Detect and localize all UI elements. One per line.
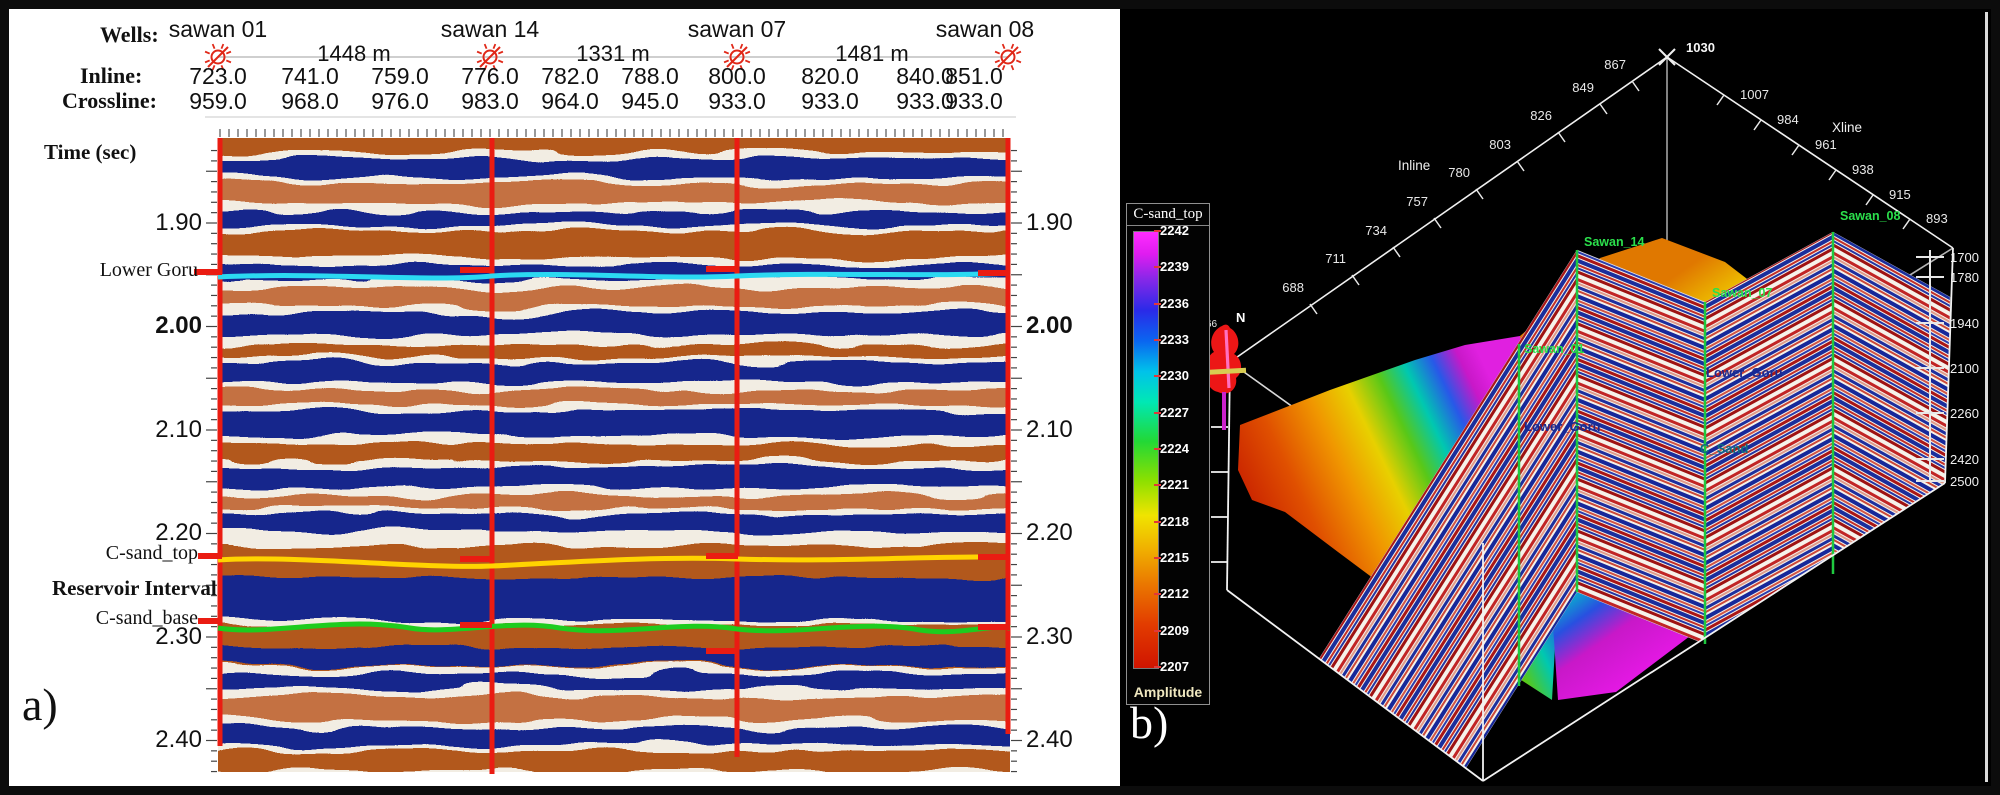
colorbar-tick-label: 2207	[1160, 659, 1189, 674]
inline-axis-tick-label: 803	[1489, 137, 1511, 152]
inline-axis-tick-label: 757	[1406, 194, 1428, 209]
lower-goru-label-left: Lower_Goru	[1524, 419, 1601, 434]
crossline-value: 933.0	[708, 88, 766, 114]
compass-north-label: N	[1236, 310, 1245, 325]
time-tick-label-left: 2.30	[155, 623, 202, 650]
time-axis-title: Time (sec)	[44, 140, 137, 164]
colorbar-tick-label: 2209	[1160, 622, 1189, 638]
well-name-label: sawan 14	[440, 16, 540, 42]
crossline-value: 976.0	[371, 88, 429, 114]
inline-value: 723.0	[189, 63, 247, 89]
lower-goru-annotation: Lower Goru	[99, 259, 198, 281]
xline-apex-label: 1030	[1686, 40, 1715, 55]
colorbar-tick-label: 2239	[1160, 259, 1189, 275]
xline-axis-tick-label: 893	[1926, 211, 1948, 226]
time-tick-label-left: 2.40	[155, 726, 202, 753]
inline-axis-tick-label: 780	[1448, 165, 1470, 180]
lower-goru-label-right: Lower_Goru	[1706, 365, 1783, 380]
c-sand-label: C_Sand	[1700, 441, 1748, 456]
depth-axis-tick-label: 1700	[1950, 250, 1979, 265]
xline-axis-tick-label: 915	[1889, 187, 1911, 202]
inline-axis-tick-label: 734	[1365, 223, 1387, 238]
depth-axis-tick-label: 2260	[1950, 406, 1979, 421]
well-label-3d: Sawan_14	[1584, 235, 1645, 249]
inline-value: 788.0	[621, 63, 679, 89]
fence-panel-14-07	[1576, 249, 1706, 645]
colorbar-tick-label: 2227	[1160, 404, 1189, 420]
xline-axis-tick-label: 1007	[1740, 87, 1769, 102]
reservoir-interval-annotation: Reservoir Interval	[52, 576, 217, 600]
inline-value: 759.0	[371, 63, 429, 89]
3d-seismic-scene: 1700 1780 1940 2100 2260 2420 2500 688 711 734 75…	[1199, 12, 1988, 782]
inline-value: 800.0	[708, 63, 766, 89]
seismic-section	[194, 43, 1022, 774]
time-tick-label-left: 2.10	[155, 416, 202, 443]
crossline-value: 959.0	[189, 88, 247, 114]
figure-graphics: 1700 1780 1940 2100 2260 2420 2500 688 711 734 75…	[194, 12, 1988, 782]
crossline-value: 933.0	[945, 88, 1003, 114]
fence-panel-08-east	[1832, 231, 1951, 640]
time-tick-label-right: 2.10	[1026, 416, 1073, 443]
time-tick-label-right: 2.20	[1026, 519, 1073, 546]
inline-axis-tick-label: 711	[1325, 251, 1346, 266]
colorbar-tick-label: 2233	[1160, 332, 1189, 347]
xline-axis-tick-label: 984	[1777, 112, 1799, 127]
depth-axis-tick-label: 2500	[1950, 474, 1979, 489]
crossline-value: 983.0	[461, 88, 519, 114]
colorbar-tick-label: 2221	[1160, 477, 1189, 493]
panel-b-edge-line	[1985, 12, 1988, 782]
time-tick-label-right: 1.90	[1026, 209, 1073, 236]
inline-axis-tick-label: 849	[1572, 80, 1594, 95]
inline-value: 820.0	[801, 63, 859, 89]
amplitude-colorbar: C-sand_top 2242 2239 2236 2233 2230 2227 2224 2…	[1126, 203, 1210, 705]
depth-axis-tick-label: 1780	[1950, 270, 1979, 285]
well-label-3d: Sawan_01	[1524, 342, 1585, 356]
panel-a-letter: a)	[22, 679, 58, 730]
well-label-3d: Sawan_08	[1840, 209, 1901, 223]
figure-root: 1700 1780 1940 2100 2260 2420 2500 688 711 734 75…	[0, 0, 2000, 795]
colorbar-tick-label: 2212	[1160, 586, 1189, 602]
inline-axis-title: Inline	[1398, 158, 1430, 173]
depth-axis-tick-label: 2100	[1950, 361, 1979, 376]
time-tick-label-left: 2.20	[155, 519, 202, 546]
inline-axis-tick-label: 688	[1282, 280, 1304, 295]
colorbar-tick-label: 2215	[1160, 550, 1189, 565]
xline-axis-ticks: 1007 984 961 938 915 893	[1716, 87, 1948, 230]
well-name-label: sawan 08	[935, 16, 1035, 42]
depth-axis-tick-label: 2420	[1950, 452, 1979, 467]
well-name-label: sawan 07	[687, 16, 787, 42]
colorbar-tick-label: 2242	[1160, 223, 1189, 238]
crossline-value: 933.0	[801, 88, 859, 114]
inline-row-label: Inline:	[80, 63, 143, 88]
time-tick-label-left: 1.90	[155, 209, 202, 236]
inline-axis-tick-label: 867	[1604, 57, 1626, 72]
well-name-label: sawan 01	[168, 16, 268, 42]
colorbar-tick-label: 2236	[1160, 295, 1189, 311]
colorbar-tick-label: 2224	[1160, 441, 1189, 456]
panel-b-letter: b)	[1130, 697, 1169, 748]
crossline-value: 968.0	[281, 88, 339, 114]
inline-axis-tick-label: 826	[1530, 108, 1552, 123]
crossline-row-label: Crossline:	[62, 88, 157, 113]
colorbar-gradient	[1133, 231, 1159, 669]
inline-value: 851.0	[945, 63, 1003, 89]
inline-value: 776.0	[461, 63, 519, 89]
colorbar-tick-label: 2218	[1160, 513, 1189, 529]
inline-value: 782.0	[541, 63, 599, 89]
colorbar-tick-label: 2230	[1160, 368, 1189, 384]
time-tick-label-right: 2.40	[1026, 726, 1073, 753]
time-tick-label-right: 2.30	[1026, 623, 1073, 650]
time-tick-label-left: 2.00	[155, 312, 202, 339]
crossline-value: 945.0	[621, 88, 679, 114]
xline-axis-title: Xline	[1832, 120, 1862, 135]
trace-tick-row	[219, 129, 1004, 137]
xline-axis-tick-label: 938	[1852, 162, 1874, 177]
well-label-3d: Sawan_07	[1712, 286, 1773, 300]
time-tick-label-right: 2.00	[1026, 312, 1073, 339]
seismic-reflectivity-texture	[218, 138, 1010, 772]
xline-axis-tick-label: 961	[1815, 137, 1837, 152]
inline-value: 741.0	[281, 63, 339, 89]
depth-axis-tick-label: 1940	[1950, 316, 1979, 331]
crossline-value: 964.0	[541, 88, 599, 114]
